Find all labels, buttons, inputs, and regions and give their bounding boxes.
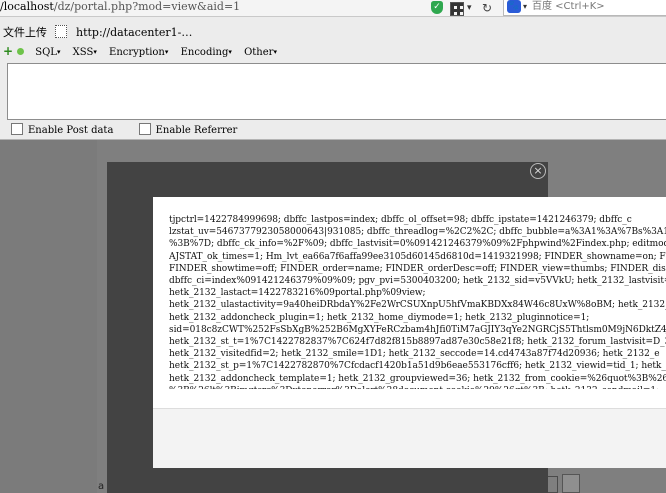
chevron-down-icon: ▾ (273, 48, 277, 56)
url-host: /localhost (0, 0, 54, 13)
enable-referrer-checkbox[interactable] (138, 123, 151, 135)
cookie-line: %3B%26lt%3Bimgtsrc%3Dxtonerror%3Dalert%2… (169, 385, 666, 389)
status-dot-icon (17, 48, 25, 55)
chevron-down-icon: ▾ (164, 48, 169, 56)
add-icon[interactable]: + (3, 44, 13, 58)
hackbar-options-row: Enable Post data Enable Referrer (11, 123, 237, 136)
hackbar-menu-row: + SQL▾ XSS▾ Encryption▾ Encoding▾ Other▾ (3, 44, 286, 58)
engine-dropdown-icon[interactable]: ▾ (523, 0, 527, 14)
menu-sql-label: SQL (35, 47, 57, 58)
menu-xss[interactable]: XSS▾ (73, 47, 97, 58)
loaded-url-text: http://datacenter1-… (76, 26, 193, 39)
hackbar-panel: 文件上传 http://datacenter1-… + SQL▾ XSS▾ En… (0, 17, 666, 140)
cookie-line: dbffc_ci=index%091421246379%09%09; pgv_p… (169, 276, 666, 287)
enable-post-label[interactable]: Enable Post data (28, 125, 113, 136)
menu-encryption[interactable]: Encryption▾ (109, 47, 168, 58)
file-icon[interactable] (54, 25, 67, 38)
menu-other-label: Other (244, 47, 274, 58)
cookie-line: tjpctrl=1422784999698; dbffc_lastpos=ind… (169, 215, 632, 225)
url-textarea[interactable] (7, 63, 666, 120)
url-dropdown-icon[interactable]: ▾ (467, 0, 477, 16)
menu-encoding-label: Encoding (180, 47, 229, 58)
cookie-line: hetk_2132_st_t=1%7C1422782837%7C624f7d82… (169, 337, 666, 348)
cookie-line: hetk_2132_ulastactivity=9a40heiDRbdaY%2F… (169, 300, 666, 311)
cookie-line: lzstat_uv=5467377923058000643|931085; db… (169, 227, 666, 238)
document-icon (562, 474, 580, 493)
chevron-down-icon: ▾ (93, 48, 97, 56)
menu-encryption-label: Encryption (109, 47, 165, 58)
menu-other[interactable]: Other▾ (244, 47, 277, 58)
search-placeholder: 百度 <Ctrl+K> (532, 1, 605, 12)
security-shield-icon[interactable]: ✓ (431, 1, 443, 14)
url-path: /dz/portal.php?mod=view&aid=1 (53, 0, 241, 13)
cookie-line: hetk_2132_addoncheck_template=1; hetk_21… (169, 373, 666, 384)
enable-post-checkbox[interactable] (11, 123, 23, 135)
cookie-line: sid=018c8zCWT%252FsSbXgB%252B6MgXYFeRCzb… (169, 324, 666, 335)
file-upload-label[interactable]: 文件上传 (3, 26, 47, 39)
browser-toolbar: /localhost/dz/portal.php?mod=view&aid=1 … (0, 0, 666, 17)
address-bar[interactable]: /localhost/dz/portal.php?mod=view&aid=1 (0, 0, 240, 15)
cookie-line: AJSTAT_ok_times=1; Hm_lvt_ea66a7f6affa99… (169, 251, 666, 262)
hackbar-top-row: 文件上传 http://datacenter1-… (3, 24, 192, 40)
alert-dialog: tjpctrl=1422784999698; dbffc_lastpos=ind… (153, 197, 666, 468)
menu-encoding[interactable]: Encoding▾ (181, 47, 232, 58)
cookie-line: hetk_2132_addoncheck_plugin=1; hetk_2132… (169, 312, 590, 323)
menu-sql[interactable]: SQL▾ (35, 47, 60, 58)
dialog-footer (153, 408, 666, 468)
qr-code-icon[interactable] (450, 2, 464, 16)
reload-icon[interactable]: ↻ (482, 0, 494, 16)
cookie-line: hetk_2132_st_p=1%7C1422782870%7Cfcdacf14… (169, 361, 666, 372)
menu-xss-label: XSS (72, 47, 94, 58)
cookie-line: %3B%7D; dbffc_ck_info=%2F%09; dbffc_last… (169, 239, 666, 250)
cookie-line: hetk_2132_lastact=1422783216%09portal.ph… (169, 288, 426, 299)
search-box[interactable]: 🐾 ▾ 百度 <Ctrl+K> (503, 0, 666, 16)
baidu-engine-icon[interactable]: 🐾 (507, 0, 521, 13)
chevron-down-icon: ▾ (56, 48, 61, 56)
cookie-alert-text: tjpctrl=1422784999698; dbffc_lastpos=ind… (169, 214, 666, 389)
enable-referrer-label[interactable]: Enable Referrer (156, 125, 238, 136)
background-text: a (98, 481, 105, 492)
close-icon[interactable]: × (530, 163, 546, 179)
cookie-line: hetk_2132_visitedfid=2; hetk_2132_smile=… (169, 349, 660, 360)
cookie-line: FINDER_showtime=off; FINDER_order=name; … (169, 263, 666, 274)
chevron-down-icon: ▾ (228, 48, 232, 56)
